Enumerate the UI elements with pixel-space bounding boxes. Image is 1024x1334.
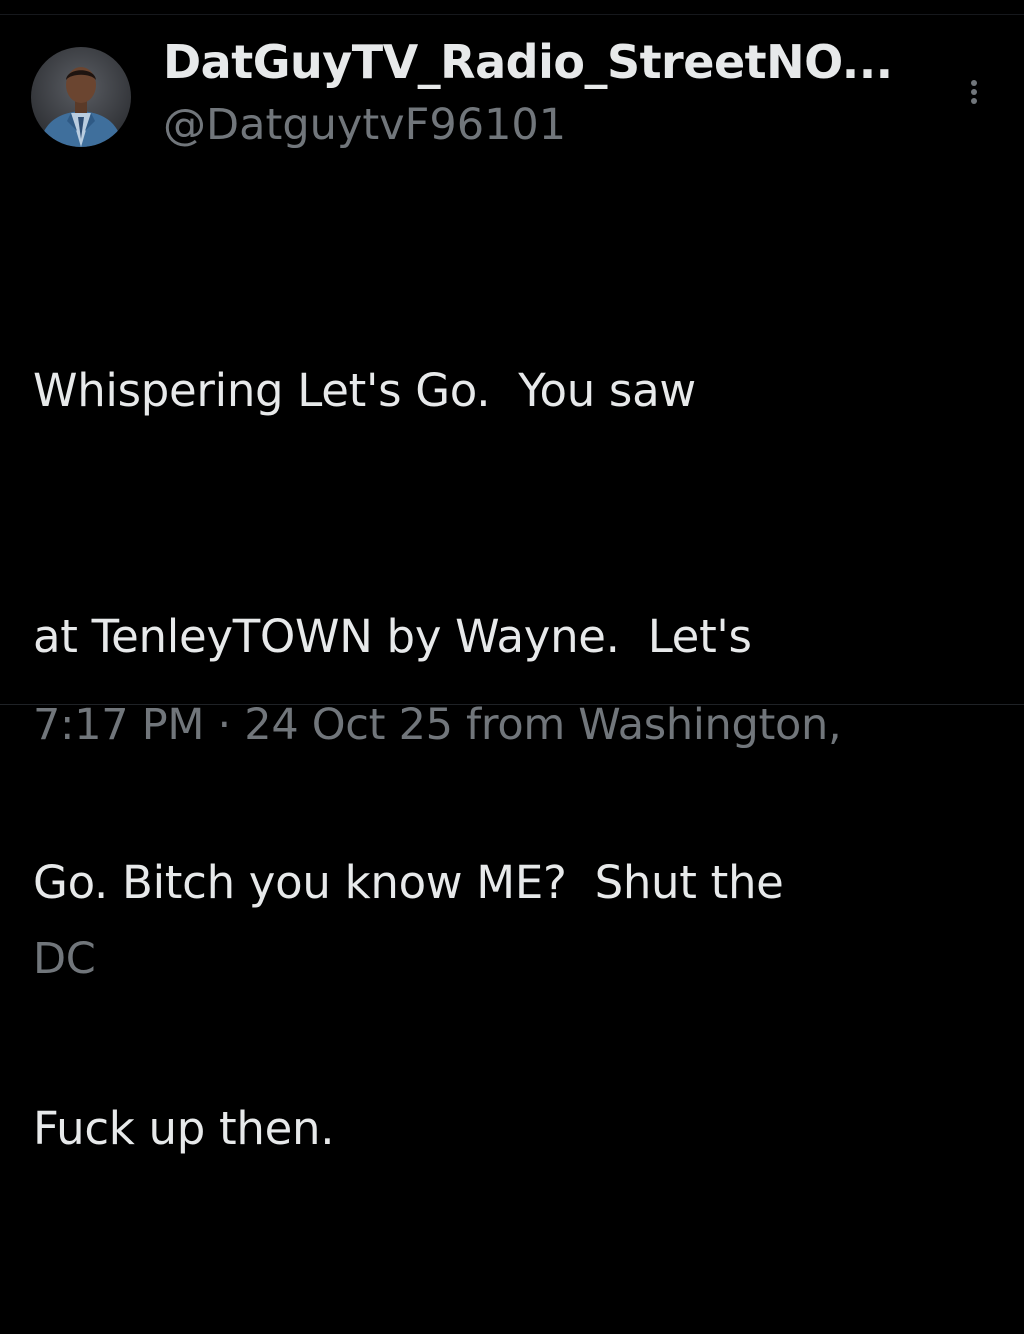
more-options-button[interactable]	[958, 70, 990, 110]
tweet-text-line: Whispering Let's Go. You saw	[33, 364, 696, 417]
tweet-meta-line: DC	[33, 934, 96, 984]
author-avatar[interactable]	[31, 47, 131, 147]
tweet-timestamp-location[interactable]: 7:17 PM · 24 Oct 25 from Washington, DC	[33, 530, 1013, 1154]
author-handle[interactable]: @DatguytvF96101	[163, 97, 566, 153]
bottom-divider	[0, 704, 1024, 705]
avatar-image	[31, 47, 131, 147]
tweet: DatGuyTV_Radio_StreetNO... @DatguytvF961…	[0, 0, 1024, 1155]
tweet-meta-line: 7:17 PM · 24 Oct 25 from Washington,	[33, 700, 842, 750]
author-display-name[interactable]: DatGuyTV_Radio_StreetNO...	[163, 34, 893, 90]
